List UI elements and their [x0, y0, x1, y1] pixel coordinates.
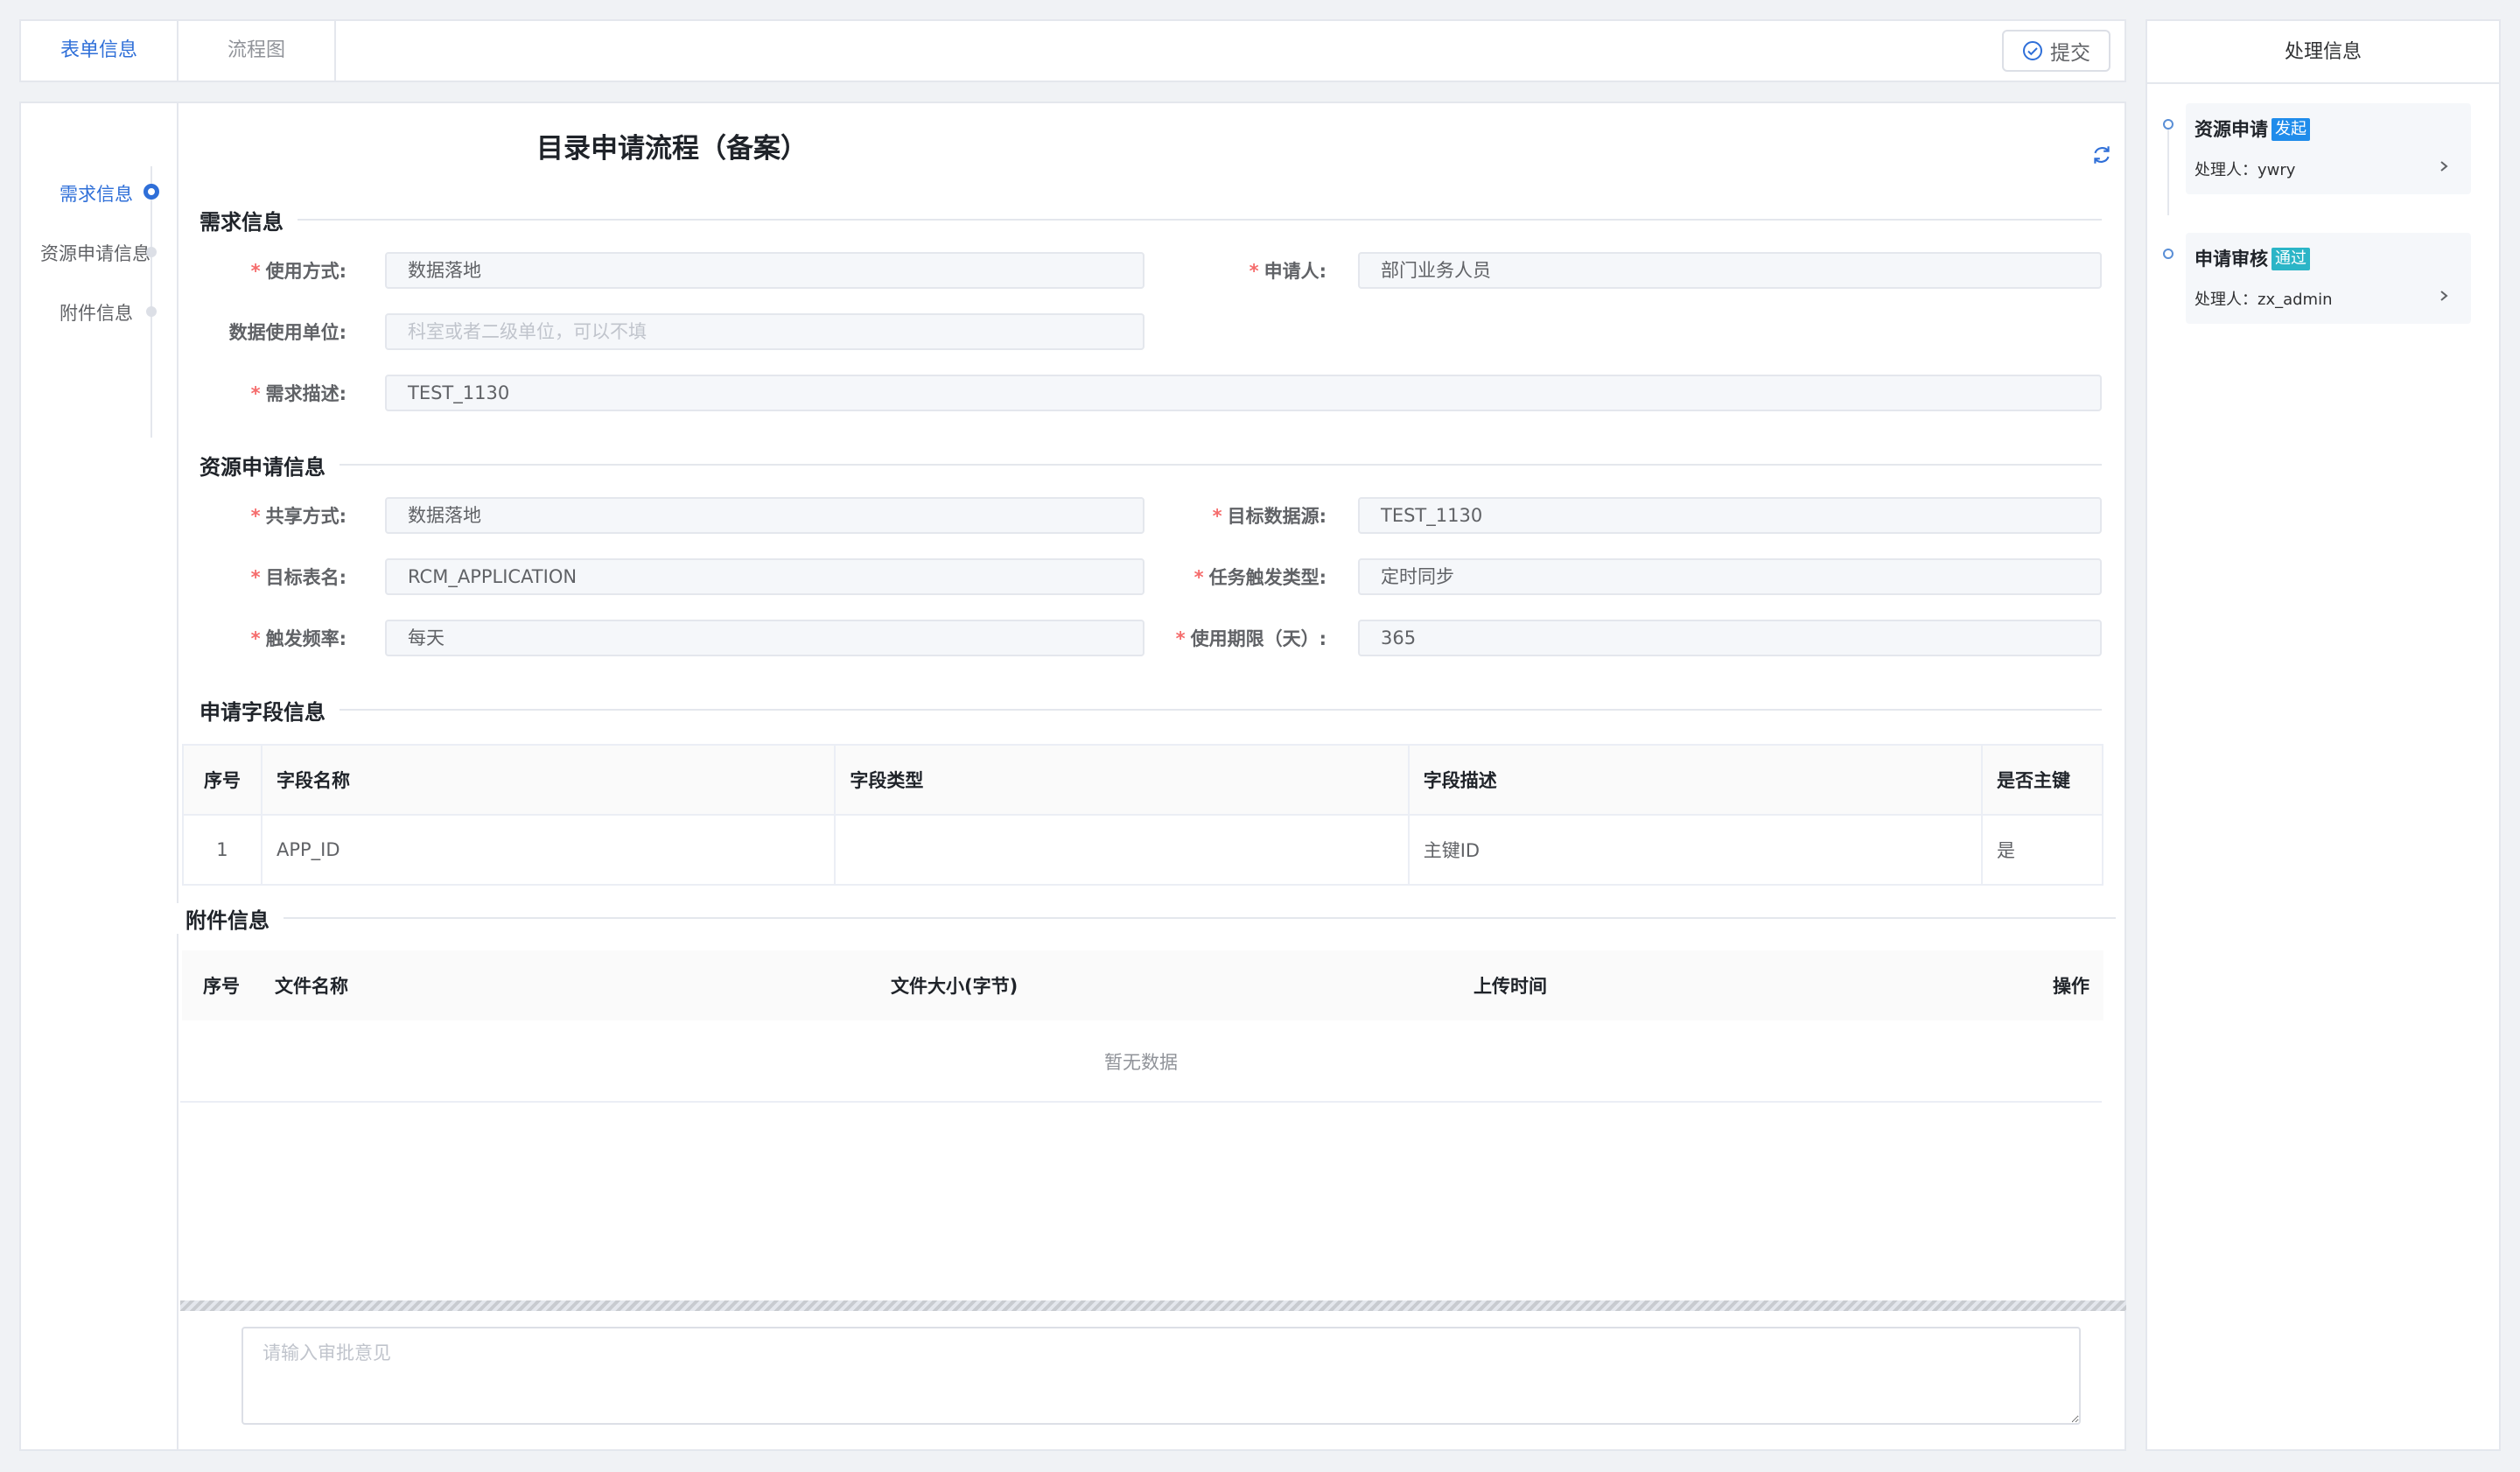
target-table-label: * 目标表名:	[250, 567, 346, 588]
trigger-freq-select[interactable]: 每天	[385, 620, 1144, 656]
table-cell: 是	[1982, 815, 2104, 886]
form-panel: 需求信息 资源申请信息 附件信息 目录申请流程（备案） 需求信息 * 使用方式: …	[19, 102, 2126, 1451]
column-header: 字段类型	[835, 744, 1410, 816]
target-datasource-label: * 目标数据源:	[1212, 506, 1326, 527]
resize-handle[interactable]	[180, 1300, 2126, 1311]
panel-title: 处理信息	[2147, 21, 2499, 84]
table-row[interactable]: 1 APP_ID 主键ID 是	[182, 815, 2104, 886]
section-title-attachments: 附件信息	[166, 903, 284, 934]
attachment-table: 序号 文件名称 文件大小(字节) 上传时间 操作	[182, 950, 2104, 1020]
empty-state: 暂无数据	[180, 1022, 2102, 1103]
column-header: 是否主键	[1982, 744, 2104, 816]
approval-opinion-input[interactable]	[242, 1327, 2081, 1425]
description-field[interactable]: TEST_1130	[385, 375, 2102, 411]
section-divider	[180, 709, 2102, 711]
table-cell: 1	[182, 815, 262, 886]
usage-period-label: * 使用期限（天）:	[1175, 628, 1326, 649]
applicant-field[interactable]: 部门业务人员	[1358, 252, 2102, 289]
column-header: 文件名称	[261, 950, 803, 1020]
check-circle-icon	[2023, 41, 2042, 60]
anchor-demand-info[interactable]: 需求信息	[60, 180, 133, 207]
table-header-row: 序号 文件名称 文件大小(字节) 上传时间 操作	[182, 950, 2104, 1020]
chevron-right-icon	[2440, 291, 2448, 301]
table-cell: 主键ID	[1408, 815, 1984, 886]
anchor-dot	[146, 247, 157, 257]
field-table: 序号 字段名称 字段类型 字段描述 是否主键 1 APP_ID 主键ID 是	[182, 744, 2104, 886]
section-title-fields: 申请字段信息	[180, 695, 340, 725]
column-header: 上传时间	[1363, 950, 1967, 1020]
usage-period-field[interactable]: 365	[1358, 620, 2102, 656]
using-unit-field[interactable]: 科室或者二级单位，可以不填	[385, 313, 1144, 350]
section-divider	[180, 464, 2102, 466]
chevron-right-icon	[2440, 161, 2448, 172]
anchor-track	[150, 166, 152, 438]
form-content: 目录申请流程（备案） 需求信息 * 使用方式: 数据落地 * 申请人: 部门业务人员…	[166, 103, 2126, 1449]
trigger-type-label: * 任务触发类型:	[1194, 567, 1326, 588]
trigger-freq-label: * 触发频率:	[250, 628, 346, 649]
submit-button[interactable]: 提交	[2002, 30, 2110, 72]
submit-label: 提交	[2050, 41, 2090, 64]
usage-mode-label: * 使用方式:	[250, 261, 346, 282]
trigger-type-select[interactable]: 定时同步	[1358, 558, 2102, 595]
target-datasource-select[interactable]: TEST_1130	[1358, 497, 2102, 534]
share-mode-label: * 共享方式:	[250, 506, 346, 527]
status-badge: 发起	[2272, 118, 2310, 141]
step-title: 申请审核 通过	[2194, 245, 2310, 271]
timeline-line	[2167, 124, 2169, 215]
using-unit-label: 数据使用单位:	[228, 322, 346, 343]
anchor-resource-info[interactable]: 资源申请信息	[40, 240, 150, 266]
description-label: * 需求描述:	[250, 383, 346, 404]
refresh-icon[interactable]	[2090, 144, 2113, 166]
top-tab-bar: 表单信息 流程图 提交	[19, 19, 2126, 82]
column-header: 字段名称	[261, 744, 836, 816]
anchor-attachment-info[interactable]: 附件信息	[60, 299, 133, 326]
table-cell: APP_ID	[261, 815, 836, 886]
anchor-nav: 需求信息 资源申请信息 附件信息	[21, 103, 178, 1449]
step-card-resource-apply[interactable]: 资源申请 发起 处理人：ywry	[2186, 103, 2471, 194]
tab-flowchart[interactable]: 流程图	[178, 21, 336, 81]
applicant-label: * 申请人:	[1249, 261, 1326, 282]
section-title-demand: 需求信息	[180, 205, 298, 235]
target-table-field[interactable]: RCM_APPLICATION	[385, 558, 1144, 595]
timeline-dot	[2163, 249, 2174, 259]
column-header: 序号	[182, 950, 261, 1020]
column-header: 文件大小(字节)	[803, 950, 1363, 1020]
share-mode-select[interactable]: 数据落地	[385, 497, 1144, 534]
table-header-row: 序号 字段名称 字段类型 字段描述 是否主键	[182, 744, 2104, 816]
step-title: 资源申请 发起	[2194, 116, 2310, 142]
section-title-resource: 资源申请信息	[180, 450, 340, 480]
status-badge: 通过	[2272, 248, 2310, 270]
step-handler: 处理人：ywry	[2194, 161, 2296, 179]
step-handler: 处理人：zx_admin	[2194, 291, 2333, 309]
process-info-panel: 处理信息 资源申请 发起 处理人：ywry 申请审核 通过 处理人：zx_admin	[2146, 19, 2501, 1451]
table-cell	[835, 815, 1410, 886]
section-divider	[180, 219, 2102, 221]
column-header: 操作	[1967, 950, 2104, 1020]
step-card-apply-review[interactable]: 申请审核 通过 处理人：zx_admin	[2186, 233, 2471, 324]
timeline-dot	[2163, 119, 2174, 130]
column-header: 序号	[182, 744, 262, 816]
column-header: 字段描述	[1408, 744, 1984, 816]
anchor-dot-active	[144, 184, 159, 200]
tab-form-info[interactable]: 表单信息	[21, 21, 178, 81]
anchor-dot	[146, 306, 157, 317]
page-title: 目录申请流程（备案）	[536, 133, 808, 165]
usage-mode-select[interactable]: 数据落地	[385, 252, 1144, 289]
section-divider	[180, 917, 2116, 919]
